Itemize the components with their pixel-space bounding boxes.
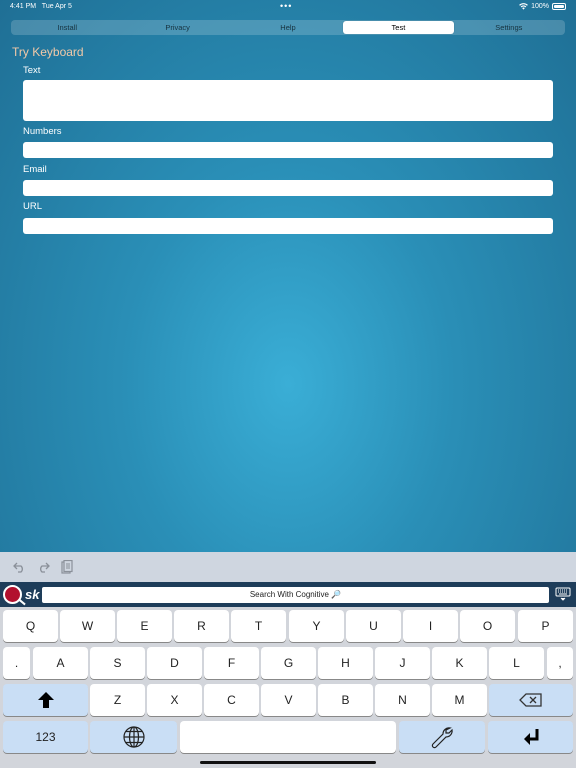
tab-settings[interactable]: Settings	[454, 21, 564, 34]
key-r[interactable]: R	[174, 610, 229, 642]
text-field[interactable]	[23, 80, 553, 121]
key-p[interactable]: P	[518, 610, 573, 642]
shift-key[interactable]	[3, 684, 88, 716]
redo-icon[interactable]	[36, 560, 50, 574]
tab-install[interactable]: Install	[12, 21, 122, 34]
key-b[interactable]: B	[318, 684, 373, 716]
email-field-label: Email	[23, 164, 47, 175]
key-period[interactable]: .	[3, 647, 30, 679]
key-l[interactable]: L	[489, 647, 544, 679]
key-n[interactable]: N	[375, 684, 430, 716]
key-z[interactable]: Z	[90, 684, 145, 716]
search-button[interactable]: Search With Cognitive 🔎	[42, 587, 549, 603]
url-field-label: URL	[23, 201, 43, 212]
wrench-icon	[431, 727, 453, 749]
key-d[interactable]: D	[147, 647, 202, 679]
globe-icon	[122, 726, 145, 748]
globe-key[interactable]	[90, 721, 177, 753]
page-title: Try Keyboard	[12, 45, 84, 59]
status-time: 4:41 PM Tue Apr 5	[10, 3, 72, 10]
return-key[interactable]	[488, 721, 573, 753]
tab-bar: Install Privacy Help Test Settings	[11, 20, 565, 35]
battery-icon	[552, 3, 566, 10]
tab-privacy[interactable]: Privacy	[122, 21, 232, 34]
status-right: 100%	[519, 3, 566, 10]
status-bar: 4:41 PM Tue Apr 5 ••• 100%	[0, 0, 576, 14]
key-c[interactable]: C	[204, 684, 259, 716]
email-field[interactable]	[23, 180, 553, 196]
tab-help[interactable]: Help	[233, 21, 343, 34]
key-x[interactable]: X	[147, 684, 202, 716]
battery-percent: 100%	[531, 3, 549, 10]
key-q[interactable]: Q	[3, 610, 58, 642]
key-a[interactable]: A	[33, 647, 88, 679]
key-o[interactable]: O	[460, 610, 515, 642]
keyboard-header: sk Search With Cognitive 🔎	[0, 582, 576, 607]
home-indicator[interactable]	[200, 761, 376, 764]
settings-key[interactable]	[399, 721, 485, 753]
magnifier-logo-icon	[3, 585, 22, 604]
undo-icon[interactable]	[12, 560, 26, 574]
key-y[interactable]: Y	[289, 610, 344, 642]
key-m[interactable]: M	[432, 684, 487, 716]
key-h[interactable]: H	[318, 647, 373, 679]
paste-icon[interactable]	[60, 560, 74, 574]
shortcut-toolbar	[0, 552, 576, 582]
keyboard: sk Search With Cognitive 🔎 Q W E R T Y U…	[0, 582, 576, 768]
key-g[interactable]: G	[261, 647, 316, 679]
tab-test[interactable]: Test	[343, 21, 454, 34]
key-i[interactable]: I	[403, 610, 458, 642]
backspace-key[interactable]	[489, 684, 573, 716]
key-f[interactable]: F	[204, 647, 259, 679]
numbers-field-label: Numbers	[23, 126, 62, 137]
numbers-field[interactable]	[23, 142, 553, 158]
ask-logo: sk	[3, 585, 39, 604]
key-v[interactable]: V	[261, 684, 316, 716]
logo-text: sk	[25, 587, 40, 602]
key-k[interactable]: K	[432, 647, 487, 679]
key-comma[interactable]: ,	[547, 647, 573, 679]
multitasking-dots-icon[interactable]: •••	[280, 1, 292, 11]
key-s[interactable]: S	[90, 647, 145, 679]
numbers-key[interactable]: 123	[3, 721, 88, 753]
return-arrow-icon	[523, 729, 538, 745]
shift-arrow-icon	[37, 692, 54, 708]
backspace-icon	[519, 693, 542, 707]
key-u[interactable]: U	[346, 610, 401, 642]
key-t[interactable]: T	[231, 610, 286, 642]
key-e[interactable]: E	[117, 610, 172, 642]
url-field[interactable]	[23, 218, 553, 234]
wifi-icon	[519, 3, 528, 10]
keyboard-dismiss-icon[interactable]	[555, 586, 571, 602]
space-key[interactable]	[180, 721, 396, 753]
key-j[interactable]: J	[375, 647, 430, 679]
key-w[interactable]: W	[60, 610, 115, 642]
text-field-label: Text	[23, 65, 41, 76]
